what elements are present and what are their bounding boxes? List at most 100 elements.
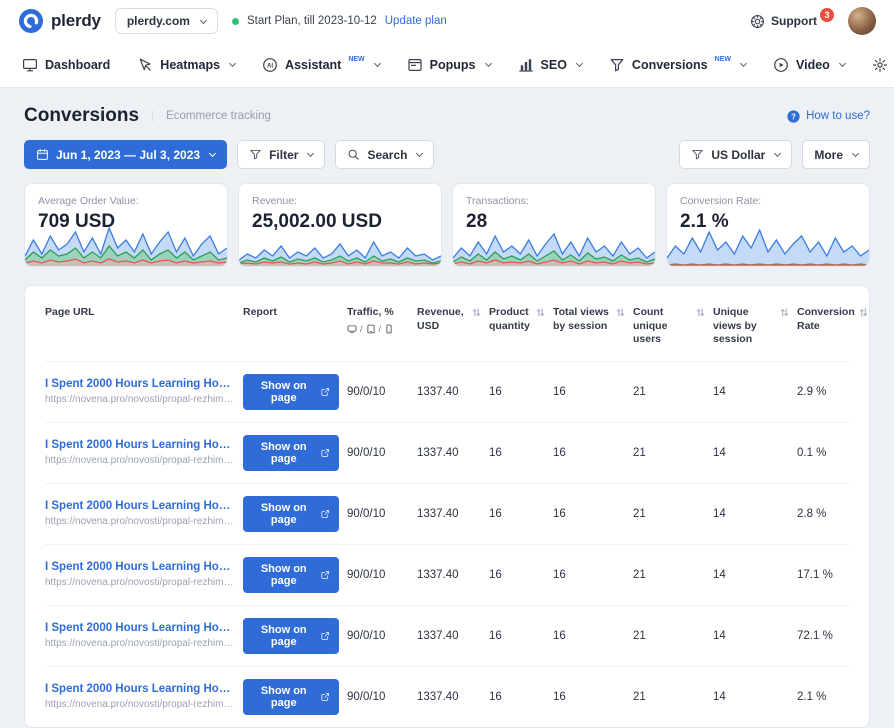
conversion-value: 72.1 % — [797, 630, 849, 642]
more-button[interactable]: More — [802, 140, 870, 169]
date-range-label: Jun 1, 2023 — Jul 3, 2023 — [56, 148, 200, 162]
conversion-value: 2.1 % — [797, 691, 849, 703]
how-to-use-label: How to use? — [806, 110, 870, 122]
unique-views-value: 14 — [713, 691, 789, 703]
unique-users-value: 21 — [633, 691, 705, 703]
search-button[interactable]: Search — [335, 140, 434, 169]
support-button[interactable]: Support 3 — [750, 14, 834, 29]
currency-filter-button[interactable]: US Dollar — [679, 140, 792, 169]
metric-label: Revenue: — [252, 195, 428, 207]
page-title-link[interactable]: I Spent 2000 Hours Learning How To Learn… — [45, 439, 235, 451]
page-title-link[interactable]: I Spent 2000 Hours Learning How To Learn… — [45, 622, 235, 634]
chevron-down-icon — [484, 60, 491, 67]
nav-item[interactable]: SEO — [518, 57, 582, 73]
show-on-page-button[interactable]: Show on page — [243, 557, 339, 593]
nav-item[interactable]: Popups — [407, 57, 491, 73]
sparkline-chart — [667, 222, 869, 266]
revenue-value: 1337.40 — [417, 508, 481, 520]
page-cell: I Spent 2000 Hours Learning How To Learn… — [45, 378, 235, 405]
nav-item[interactable]: Heatmaps — [137, 57, 235, 73]
show-on-page-button[interactable]: Show on page — [243, 435, 339, 471]
page-title-link[interactable]: I Spent 2000 Hours Learning How To Learn… — [45, 683, 235, 695]
page-title-link[interactable]: I Spent 2000 Hours Learning How To Learn… — [45, 378, 235, 390]
svg-text:AI: AI — [267, 63, 273, 69]
currency-label: US Dollar — [711, 148, 765, 162]
sort-icon[interactable] — [616, 307, 625, 318]
chevron-down-icon — [307, 150, 314, 157]
sort-icon[interactable] — [859, 307, 868, 318]
col-traffic[interactable]: Traffic, % / / — [347, 306, 409, 335]
table-row: I Spent 2000 Hours Learning How To Learn… — [45, 361, 849, 422]
show-on-page-button[interactable]: Show on page — [243, 374, 339, 410]
user-avatar[interactable] — [848, 7, 876, 35]
col-unique-views[interactable]: Unique views by session — [713, 306, 789, 347]
total-views-value: 16 — [553, 691, 625, 703]
unique-views-value: 14 — [713, 569, 789, 581]
heatmaps-icon — [137, 57, 153, 73]
external-link-icon — [321, 448, 330, 458]
logo-text: plerdy — [51, 11, 101, 31]
quantity-value: 16 — [489, 630, 545, 642]
conversions-table: Page URL Report Traffic, % / / Revenue, … — [24, 285, 870, 728]
nav-item[interactable]: AI Assistant NEW — [262, 57, 380, 73]
plerdy-logo[interactable]: plerdy — [18, 8, 101, 34]
page-title: Conversions — [24, 105, 139, 127]
nav-item[interactable]: Settings — [872, 57, 894, 73]
col-product-quantity[interactable]: Product quantity — [489, 306, 545, 333]
topbar: plerdy plerdy.com Start Plan, till 2023-… — [0, 0, 894, 42]
support-label: Support — [771, 14, 817, 28]
show-on-page-label: Show on page — [252, 441, 315, 465]
col-page-url[interactable]: Page URL — [45, 306, 235, 320]
col-total-views[interactable]: Total views by session — [553, 306, 625, 333]
report-cell: Show on page — [243, 435, 339, 471]
unique-views-value: 14 — [713, 508, 789, 520]
show-on-page-button[interactable]: Show on page — [243, 496, 339, 532]
nav-item[interactable]: Dashboard — [22, 57, 110, 73]
metric-cards: Average Order Value: 709 USD Revenue: 25… — [24, 183, 870, 267]
sort-icon[interactable] — [472, 307, 481, 318]
table-row: I Spent 2000 Hours Learning How To Learn… — [45, 422, 849, 483]
show-on-page-button[interactable]: Show on page — [243, 679, 339, 715]
col-conversion-rate[interactable]: Conversion Rate — [797, 306, 868, 333]
sort-icon[interactable] — [780, 307, 789, 318]
main-nav: Dashboard Heatmaps AI Assistant NEW Popu… — [0, 42, 894, 88]
nav-item[interactable]: Conversions NEW — [609, 57, 746, 73]
col-count-unique-users[interactable]: Count unique users — [633, 306, 705, 347]
metric-card: Transactions: 28 — [452, 183, 656, 267]
quantity-value: 16 — [489, 508, 545, 520]
how-to-use-link[interactable]: ? How to use? — [787, 110, 870, 123]
filter-icon — [249, 148, 262, 161]
domain-selector[interactable]: plerdy.com — [115, 8, 218, 34]
update-plan-link[interactable]: Update plan — [385, 15, 447, 27]
svg-text:?: ? — [791, 112, 796, 121]
video-icon — [773, 57, 789, 73]
sort-icon[interactable] — [696, 307, 705, 318]
revenue-value: 1337.40 — [417, 630, 481, 642]
unique-views-value: 14 — [713, 447, 789, 459]
page-url-text: https://novena.pro/novosti/propal-rezhim… — [45, 455, 235, 466]
assistant-icon: AI — [262, 57, 278, 73]
chevron-down-icon — [200, 16, 207, 23]
support-icon — [750, 14, 765, 29]
nav-item[interactable]: Video — [773, 57, 845, 73]
plan-text: Start Plan, till 2023-10-12 — [247, 15, 377, 27]
settings-icon — [872, 57, 888, 73]
page-cell: I Spent 2000 Hours Learning How To Learn… — [45, 683, 235, 710]
page-title-link[interactable]: I Spent 2000 Hours Learning How To Learn… — [45, 500, 235, 512]
external-link-icon — [321, 387, 330, 397]
sort-icon[interactable] — [536, 307, 545, 318]
page-title-link[interactable]: I Spent 2000 Hours Learning How To Learn… — [45, 561, 235, 573]
filter-button[interactable]: Filter — [237, 140, 325, 169]
show-on-page-button[interactable]: Show on page — [243, 618, 339, 654]
domain-label: plerdy.com — [127, 14, 190, 28]
report-cell: Show on page — [243, 618, 339, 654]
total-views-value: 16 — [553, 447, 625, 459]
col-revenue[interactable]: Revenue, USD — [417, 306, 481, 333]
unique-users-value: 21 — [633, 508, 705, 520]
more-label: More — [814, 148, 843, 162]
total-views-value: 16 — [553, 508, 625, 520]
dashboard-icon — [22, 57, 38, 73]
date-range-button[interactable]: Jun 1, 2023 — Jul 3, 2023 — [24, 140, 227, 169]
table-row: I Spent 2000 Hours Learning How To Learn… — [45, 605, 849, 666]
nav-item-label: SEO — [541, 58, 567, 72]
